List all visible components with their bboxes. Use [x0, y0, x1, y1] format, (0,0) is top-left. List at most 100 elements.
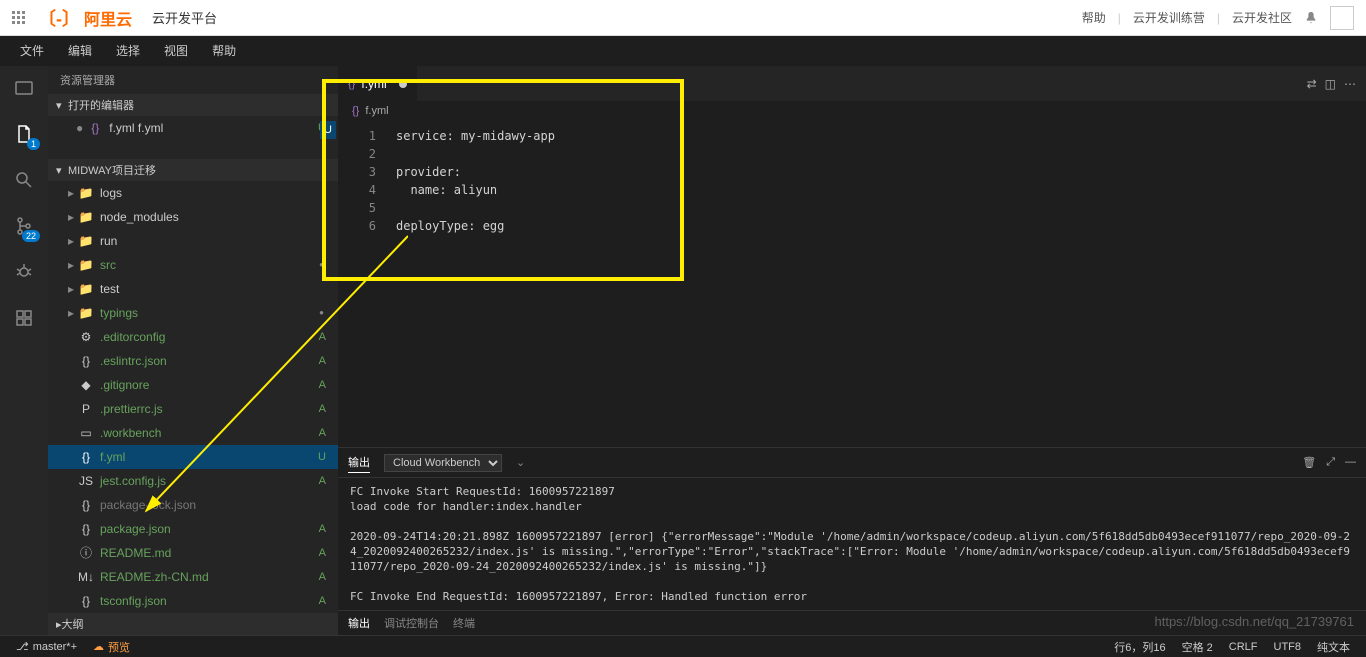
more-icon[interactable]: ⋯ [1344, 77, 1356, 91]
file-icon: JS [78, 471, 94, 491]
file-name: .gitignore [100, 375, 149, 395]
file-tree-item[interactable]: {}package.jsonA [48, 517, 338, 541]
close-icon[interactable]: — [1345, 456, 1356, 469]
avatar[interactable] [1330, 6, 1354, 30]
explorer-icon[interactable]: 1 [10, 120, 38, 148]
camp-link[interactable]: 云开发训练营 [1133, 9, 1205, 26]
bell-icon[interactable] [1304, 11, 1318, 25]
debug-icon[interactable] [10, 258, 38, 286]
file-tree-item[interactable]: {}tsconfig.jsonA [48, 589, 338, 613]
yaml-icon: {} [352, 105, 359, 117]
file-name: .prettierrc.js [100, 399, 163, 419]
menu-file[interactable]: 文件 [8, 36, 56, 66]
file-icon: {} [78, 447, 94, 467]
bottom-output-tab[interactable]: 输出 [348, 615, 370, 631]
compare-icon[interactable]: ⇄ [1307, 77, 1317, 91]
maximize-icon[interactable]: ⤢ [1326, 456, 1335, 469]
search-icon[interactable] [10, 166, 38, 194]
status-right: 行6，列16 空格 2 CRLF UTF8 纯文本 [1106, 639, 1358, 655]
encoding-status[interactable]: UTF8 [1266, 639, 1310, 655]
indent-status[interactable]: 空格 2 [1174, 639, 1221, 655]
file-tree-item[interactable]: ▸📁test [48, 277, 338, 301]
menu-view[interactable]: 视图 [152, 36, 200, 66]
tab-bar: {} f.yml ⇄ ◫ ⋯ [338, 66, 1366, 101]
apps-icon[interactable] [12, 11, 26, 25]
clear-icon[interactable]: 🗑 [1302, 456, 1316, 469]
file-tree-item[interactable]: ⓘREADME.mdA [48, 541, 338, 565]
chevron-icon: ▸ [68, 183, 78, 203]
yaml-icon: {} [348, 78, 355, 90]
bottom-terminal-tab[interactable]: 终端 [453, 615, 475, 631]
line-gutter: 123456 [338, 121, 388, 447]
open-editor-item[interactable]: ● {} f.yml f.yml U [48, 116, 338, 140]
panel-actions: 🗑 ⤢ — [1302, 456, 1356, 469]
file-tree-item[interactable]: {}f.ymlU [48, 445, 338, 469]
file-tree-item[interactable]: ◆.gitignoreA [48, 373, 338, 397]
file-tree-item[interactable]: ▸📁run [48, 229, 338, 253]
logo[interactable]: 〔-〕 阿里云 [38, 5, 132, 31]
preview-status[interactable]: ☁预览 [85, 639, 138, 655]
language-mode[interactable]: 纯文本 [1309, 639, 1358, 655]
breadcrumb[interactable]: {} f.yml [338, 101, 1366, 121]
cloud-icon: ☁ [93, 640, 104, 653]
outline-header[interactable]: ▸大纲 [48, 613, 338, 635]
split-icon[interactable]: ◫ [1325, 77, 1336, 91]
file-tree-item[interactable]: {}.eslintrc.jsonA [48, 349, 338, 373]
extensions-icon[interactable] [10, 304, 38, 332]
open-editors-header[interactable]: ▾打开的编辑器 [48, 94, 338, 116]
project-header[interactable]: ▾MIDWAY项目迁移 [48, 159, 338, 181]
cursor-position[interactable]: 行6，列16 [1106, 639, 1173, 655]
output-channel-select[interactable]: Cloud Workbench [384, 454, 502, 472]
code-content[interactable]: service: my-midawy-app provider: name: a… [388, 121, 555, 447]
branch-status[interactable]: ⎇master*+ [8, 640, 85, 653]
dirty-indicator-icon [399, 80, 407, 88]
editor-body[interactable]: U 123456 service: my-midawy-app provider… [338, 121, 1366, 447]
file-tree-item[interactable]: JSjest.config.jsA [48, 469, 338, 493]
help-link[interactable]: 帮助 [1082, 9, 1106, 26]
file-tree-item[interactable]: ▸📁 logs [48, 181, 338, 205]
file-name: .editorconfig [100, 327, 165, 347]
terminal-panel: 输出 Cloud Workbench ⌄ 🗑 ⤢ — FC Invoke Sta… [338, 447, 1366, 635]
file-tree-item[interactable]: {}package-lock.json [48, 493, 338, 517]
file-icon: {} [78, 495, 94, 515]
menu-select[interactable]: 选择 [104, 36, 152, 66]
file-name: f.yml [100, 447, 125, 467]
open-file-label: f.yml f.yml [109, 118, 163, 138]
panel-content[interactable]: FC Invoke Start RequestId: 1600957221897… [338, 478, 1366, 610]
file-name: logs [100, 183, 122, 203]
bottom-debug-tab[interactable]: 调试控制台 [384, 615, 439, 631]
panel-tabs: 输出 Cloud Workbench ⌄ 🗑 ⤢ — [338, 448, 1366, 478]
editor-tab[interactable]: {} f.yml [338, 66, 417, 101]
menu-bar: 文件 编辑 选择 视图 帮助 [0, 36, 1366, 66]
file-tree: ▸📁logs▸📁node_modules▸📁run▸📁src●▸📁test▸📁t… [48, 181, 338, 613]
output-tab[interactable]: 输出 [348, 452, 370, 473]
file-name: typings [100, 303, 138, 323]
file-tree-item[interactable]: P.prettierrc.jsA [48, 397, 338, 421]
file-icon: M↓ [78, 567, 94, 587]
file-tree-item[interactable]: ▭.workbenchA [48, 421, 338, 445]
eol-status[interactable]: CRLF [1221, 639, 1266, 655]
community-link[interactable]: 云开发社区 [1232, 9, 1292, 26]
dirty-dot-icon: ● [76, 118, 83, 138]
activity-webview-icon[interactable] [10, 74, 38, 102]
file-tree-item[interactable]: ▸📁src● [48, 253, 338, 277]
menu-edit[interactable]: 编辑 [56, 36, 104, 66]
tab-label: f.yml [361, 77, 386, 91]
file-tree-item[interactable]: ▸📁typings● [48, 301, 338, 325]
editor-area: {} f.yml ⇄ ◫ ⋯ {} f.yml U 123456 [338, 66, 1366, 635]
file-icon: 📁 [78, 183, 94, 203]
file-icon: 📁 [78, 303, 94, 323]
menu-help[interactable]: 帮助 [200, 36, 248, 66]
top-header: 〔-〕 阿里云 云开发平台 帮助 | 云开发训练营 | 云开发社区 [0, 0, 1366, 36]
file-tree-item[interactable]: ▸📁node_modules [48, 205, 338, 229]
file-tree-item[interactable]: ⚙.editorconfigA [48, 325, 338, 349]
file-name: node_modules [100, 207, 179, 227]
chevron-icon: ▸ [68, 231, 78, 251]
chevron-icon: ▸ [68, 207, 78, 227]
separator: | [1217, 11, 1220, 25]
header-right: 帮助 | 云开发训练营 | 云开发社区 [1082, 6, 1354, 30]
file-icon: {} [78, 519, 94, 539]
file-tree-item[interactable]: M↓README.zh-CN.mdA [48, 565, 338, 589]
source-control-icon[interactable]: 22 [10, 212, 38, 240]
status-bar: ⎇master*+ ☁预览 行6，列16 空格 2 CRLF UTF8 纯文本 [0, 635, 1366, 657]
